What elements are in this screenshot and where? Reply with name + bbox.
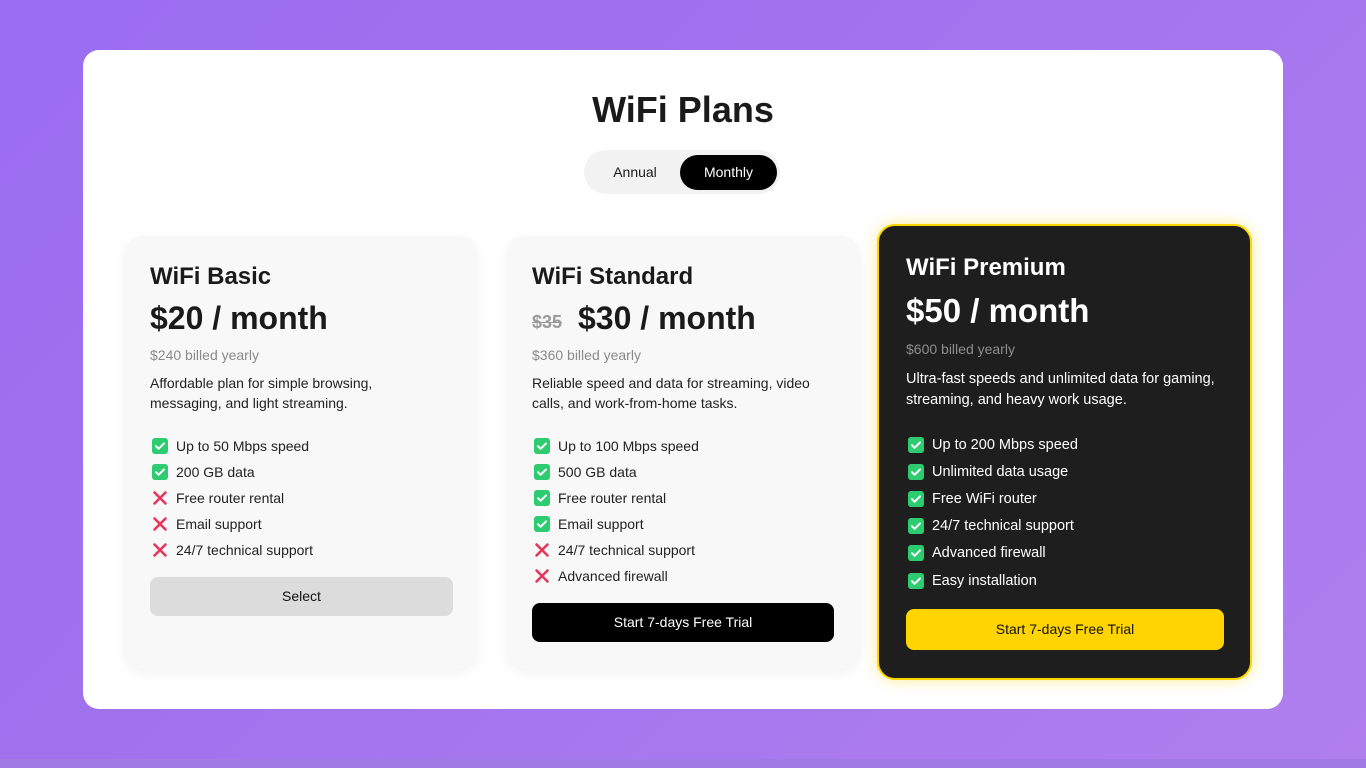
billed-yearly: $240 billed yearly [150, 347, 259, 363]
billed-yearly: $600 billed yearly [906, 341, 1015, 357]
feature-item: 200 GB data [152, 459, 313, 485]
check-icon [534, 516, 550, 532]
plan-card-premium: WiFi Premium $50 / month $600 billed yea… [877, 224, 1252, 680]
plan-price: $20 / month [150, 300, 328, 336]
plan-name: WiFi Basic [150, 263, 272, 290]
feature-label: Easy installation [932, 572, 1037, 589]
check-icon [534, 464, 550, 480]
feature-label: 24/7 technical support [176, 542, 313, 558]
feature-item: Email support [152, 511, 313, 537]
feature-label: Free router rental [176, 490, 285, 506]
feature-item: Free router rental [534, 485, 699, 511]
feature-label: Free router rental [558, 490, 667, 506]
plan-name: WiFi Standard [532, 263, 694, 290]
feature-item: Free WiFi router [908, 485, 1078, 512]
cross-icon [535, 543, 549, 557]
feature-label: 24/7 technical support [558, 542, 695, 558]
page-footer-strip [0, 759, 1366, 768]
plan-description: Ultra-fast speeds and unlimited data for… [906, 371, 1215, 408]
check-icon [152, 464, 168, 480]
toggle-annual-button[interactable]: Annual [589, 155, 681, 190]
feature-item: 24/7 technical support [152, 537, 313, 563]
check-icon [908, 436, 924, 453]
feature-item: Unlimited data usage [908, 458, 1078, 485]
feature-item: Free router rental [152, 485, 313, 511]
old-price: $35 [532, 312, 563, 332]
feature-item: Email support [534, 511, 699, 537]
check-icon [534, 490, 550, 506]
feature-label: Advanced firewall [558, 568, 668, 584]
feature-label: 24/7 technical support [932, 518, 1074, 535]
check-icon [534, 438, 550, 454]
billing-toggle: Annual Monthly [584, 150, 780, 194]
cross-icon [153, 517, 167, 531]
plan-description: Affordable plan for simple browsing, mes… [150, 375, 373, 411]
feature-label: 200 GB data [176, 464, 255, 480]
feature-list: Up to 50 Mbps speed 200 GB data Free rou… [152, 433, 313, 563]
start-trial-button[interactable]: Start 7-days Free Trial [532, 603, 834, 642]
plan-card-basic: WiFi Basic $20 / month $240 billed yearl… [125, 236, 477, 668]
feature-list: Up to 200 Mbps speed Unlimited data usag… [908, 431, 1078, 594]
feature-label: Up to 200 Mbps speed [932, 436, 1078, 453]
feature-label: Up to 100 Mbps speed [558, 438, 699, 454]
check-icon [908, 572, 924, 589]
feature-item: Up to 100 Mbps speed [534, 433, 699, 459]
feature-label: Advanced firewall [932, 545, 1046, 562]
plan-price: $30 / month [578, 300, 756, 336]
feature-label: Free WiFi router [932, 490, 1037, 507]
cross-icon [153, 543, 167, 557]
feature-item: Advanced firewall [908, 540, 1078, 567]
pricing-panel: WiFi Plans Annual Monthly WiFi Basic $20… [83, 50, 1283, 709]
check-icon [908, 463, 924, 480]
check-icon [908, 518, 924, 535]
check-icon [908, 545, 924, 562]
feature-list: Up to 100 Mbps speed 500 GB data Free ro… [534, 433, 699, 589]
plan-name: WiFi Premium [906, 254, 1066, 281]
feature-label: 500 GB data [558, 464, 637, 480]
check-icon [908, 490, 924, 507]
cross-icon [535, 569, 549, 583]
plan-description: Reliable speed and data for streaming, v… [532, 375, 810, 411]
plan-price: $50 / month [906, 292, 1090, 329]
feature-item: Up to 50 Mbps speed [152, 433, 313, 459]
feature-item: Easy installation [908, 567, 1078, 594]
billed-yearly: $360 billed yearly [532, 347, 641, 363]
feature-item: 500 GB data [534, 459, 699, 485]
feature-item: Advanced firewall [534, 563, 699, 589]
feature-item: Up to 200 Mbps speed [908, 431, 1078, 458]
feature-item: 24/7 technical support [534, 537, 699, 563]
start-trial-button[interactable]: Start 7-days Free Trial [906, 609, 1224, 650]
feature-item: 24/7 technical support [908, 513, 1078, 540]
feature-label: Up to 50 Mbps speed [176, 438, 310, 454]
check-icon [152, 438, 168, 454]
feature-label: Email support [176, 516, 262, 532]
feature-label: Email support [558, 516, 644, 532]
feature-label: Unlimited data usage [932, 463, 1069, 480]
plan-card-standard: WiFi Standard $35 $30 / month $360 bille… [507, 236, 859, 668]
select-button[interactable]: Select [150, 577, 453, 616]
page-title: WiFi Plans [592, 89, 774, 130]
cross-icon [153, 491, 167, 505]
toggle-monthly-button[interactable]: Monthly [680, 155, 777, 190]
